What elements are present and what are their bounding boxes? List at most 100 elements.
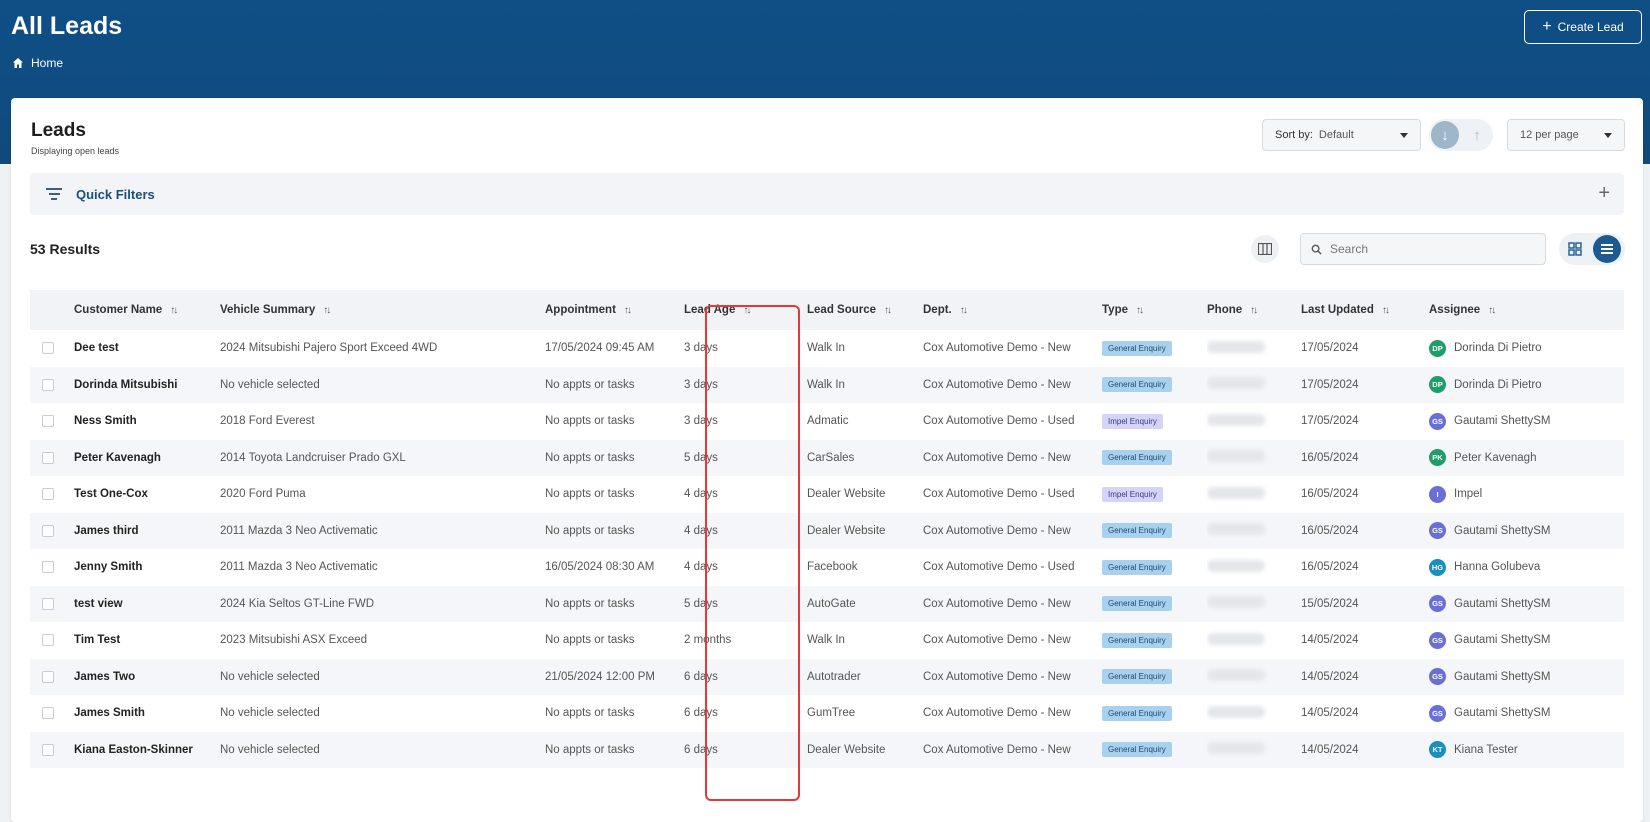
column-header[interactable]: Assignee ↑↓	[1429, 290, 1624, 330]
lead-age: 4 days	[684, 488, 718, 501]
type-badge: General Enquiry	[1102, 742, 1172, 758]
table-row[interactable]: Test One-Cox 2020 Ford Puma No appts or ta…	[30, 476, 1624, 513]
customer-name[interactable]: Jenny Smith	[74, 549, 220, 586]
lead-source: AutoGate	[807, 597, 856, 610]
table-row[interactable]: Kiana Easton-Skinner No vehicle selected N…	[30, 731, 1624, 769]
table-row[interactable]: James Smith No vehicle selected No appts o…	[30, 695, 1624, 732]
row-checkbox[interactable]	[42, 342, 54, 355]
assignee: GS Gautami ShettySM	[1429, 668, 1624, 686]
customer-name[interactable]: test view	[74, 586, 220, 623]
table-row[interactable]: Jenny Smith 2011 Mazda 3 Neo Activematic 1…	[30, 549, 1624, 586]
column-header[interactable]: Phone ↑↓	[1207, 290, 1301, 330]
row-checkbox[interactable]	[42, 707, 54, 720]
customer-name[interactable]: Kiana Easton-Skinner	[74, 732, 220, 769]
columns-button[interactable]	[1251, 235, 1279, 263]
dept: Cox Automotive Demo - New	[923, 342, 1071, 355]
sort-icon[interactable]: ↑↓	[1382, 305, 1390, 316]
lead-source: Walk In	[807, 378, 845, 391]
customer-name[interactable]: Ness Smith	[74, 403, 220, 440]
sort-icon[interactable]: ↑↓	[884, 305, 892, 316]
row-checkbox[interactable]	[42, 561, 54, 574]
customer-name[interactable]: Dee test	[74, 330, 220, 367]
lead-age: 6 days	[684, 707, 718, 720]
sort-by-select[interactable]: Sort by: Default	[1262, 119, 1421, 151]
last-updated: 16/05/2024	[1301, 451, 1359, 464]
column-header[interactable]: Lead Age ↑↓	[684, 290, 807, 330]
row-checkbox[interactable]	[42, 597, 54, 610]
sort-icon[interactable]: ↑↓	[323, 305, 331, 316]
phone-redacted	[1207, 742, 1265, 755]
assignee-name: Gautami ShettySM	[1454, 597, 1551, 610]
sort-icon[interactable]: ↑↓	[1488, 305, 1496, 316]
sort-ascending-button[interactable]: ↑	[1463, 121, 1491, 149]
sort-icon[interactable]: ↑↓	[624, 305, 632, 316]
per-page-select[interactable]: 12 per page	[1507, 119, 1625, 151]
dept: Cox Automotive Demo - Used	[923, 561, 1075, 574]
row-checkbox[interactable]	[42, 524, 54, 537]
breadcrumb[interactable]: Home	[12, 56, 63, 70]
breadcrumb-home[interactable]: Home	[31, 56, 63, 70]
search-input[interactable]	[1330, 242, 1530, 256]
sort-icon[interactable]: ↑↓	[1136, 305, 1144, 316]
sort-icon[interactable]: ↑↓	[170, 305, 178, 316]
row-checkbox[interactable]	[42, 670, 54, 683]
column-header[interactable]: Vehicle Summary ↑↓	[220, 290, 545, 330]
column-header[interactable]: Appointment ↑↓	[545, 290, 684, 330]
sort-by-label: Sort by:	[1275, 129, 1313, 141]
row-checkbox[interactable]	[42, 415, 54, 428]
list-view-button[interactable]	[1593, 235, 1621, 263]
type-badge: General Enquiry	[1102, 377, 1172, 393]
row-checkbox[interactable]	[42, 378, 54, 391]
phone-redacted	[1207, 340, 1265, 353]
sort-descending-button[interactable]: ↓	[1431, 121, 1459, 149]
sort-icon[interactable]: ↑↓	[960, 305, 968, 316]
last-updated: 14/05/2024	[1301, 743, 1359, 756]
quick-filters-bar[interactable]: Quick Filters +	[30, 173, 1624, 215]
create-lead-button[interactable]: + Create Lead	[1524, 10, 1642, 44]
avatar: PK	[1429, 449, 1446, 467]
customer-name[interactable]: James Smith	[74, 695, 220, 732]
customer-name[interactable]: Peter Kavenagh	[74, 440, 220, 477]
column-header[interactable]: Dept. ↑↓	[923, 290, 1102, 330]
table-row[interactable]: Ness Smith 2018 Ford Everest No appts or t…	[30, 403, 1624, 440]
customer-name[interactable]: Test One-Cox	[74, 476, 220, 513]
column-header[interactable]: Lead Source ↑↓	[807, 290, 923, 330]
column-header[interactable]: Type ↑↓	[1102, 290, 1207, 330]
results-count: 53 Results	[30, 241, 101, 257]
row-checkbox[interactable]	[42, 743, 54, 756]
expand-plus-icon[interactable]: +	[1598, 182, 1610, 205]
table-row[interactable]: Peter Kavenagh 2014 Toyota Landcruiser Pr…	[30, 439, 1624, 477]
phone-redacted	[1207, 559, 1265, 572]
sort-icon[interactable]: ↑↓	[1250, 305, 1258, 316]
column-header[interactable]: Customer Name ↑↓	[74, 290, 220, 330]
table-row[interactable]: test view 2024 Kia Seltos GT-Line FWD No a…	[30, 585, 1624, 623]
assignee: GS Gautami ShettySM	[1429, 595, 1624, 613]
row-checkbox[interactable]	[42, 634, 54, 647]
avatar: GS	[1429, 668, 1446, 686]
column-header[interactable]: Last Updated ↑↓	[1301, 290, 1429, 330]
table-row[interactable]: Dee test 2024 Mitsubishi Pajero Sport Exc…	[30, 330, 1624, 367]
table-row[interactable]: Dorinda Mitsubishi No vehicle selected No …	[30, 366, 1624, 404]
last-updated: 17/05/2024	[1301, 378, 1359, 391]
appointment: 17/05/2024 09:45 AM	[545, 342, 655, 355]
lead-source: Walk In	[807, 342, 845, 355]
avatar: GS	[1429, 704, 1446, 722]
table-row[interactable]: James third 2011 Mazda 3 Neo Activematic N…	[30, 512, 1624, 550]
row-checkbox[interactable]	[42, 451, 54, 464]
vehicle-summary: 2018 Ford Everest	[220, 415, 315, 428]
table-row[interactable]: Tim Test 2023 Mitsubishi ASX Exceed No app…	[30, 622, 1624, 659]
row-checkbox[interactable]	[42, 488, 54, 501]
lead-source: GumTree	[807, 707, 856, 720]
customer-name[interactable]: James third	[74, 513, 220, 550]
search-icon	[1311, 244, 1322, 255]
table-row[interactable]: James Two No vehicle selected 21/05/2024 1…	[30, 658, 1624, 696]
phone-redacted	[1207, 486, 1265, 499]
sort-icon[interactable]: ↑↓	[743, 305, 751, 316]
customer-name[interactable]: Dorinda Mitsubishi	[74, 367, 220, 404]
filter-icon	[46, 188, 62, 200]
customer-name[interactable]: James Two	[74, 659, 220, 696]
customer-name[interactable]: Tim Test	[74, 622, 220, 659]
last-updated: 15/05/2024	[1301, 597, 1359, 610]
phone-redacted	[1207, 705, 1265, 718]
grid-view-button[interactable]	[1561, 235, 1589, 263]
